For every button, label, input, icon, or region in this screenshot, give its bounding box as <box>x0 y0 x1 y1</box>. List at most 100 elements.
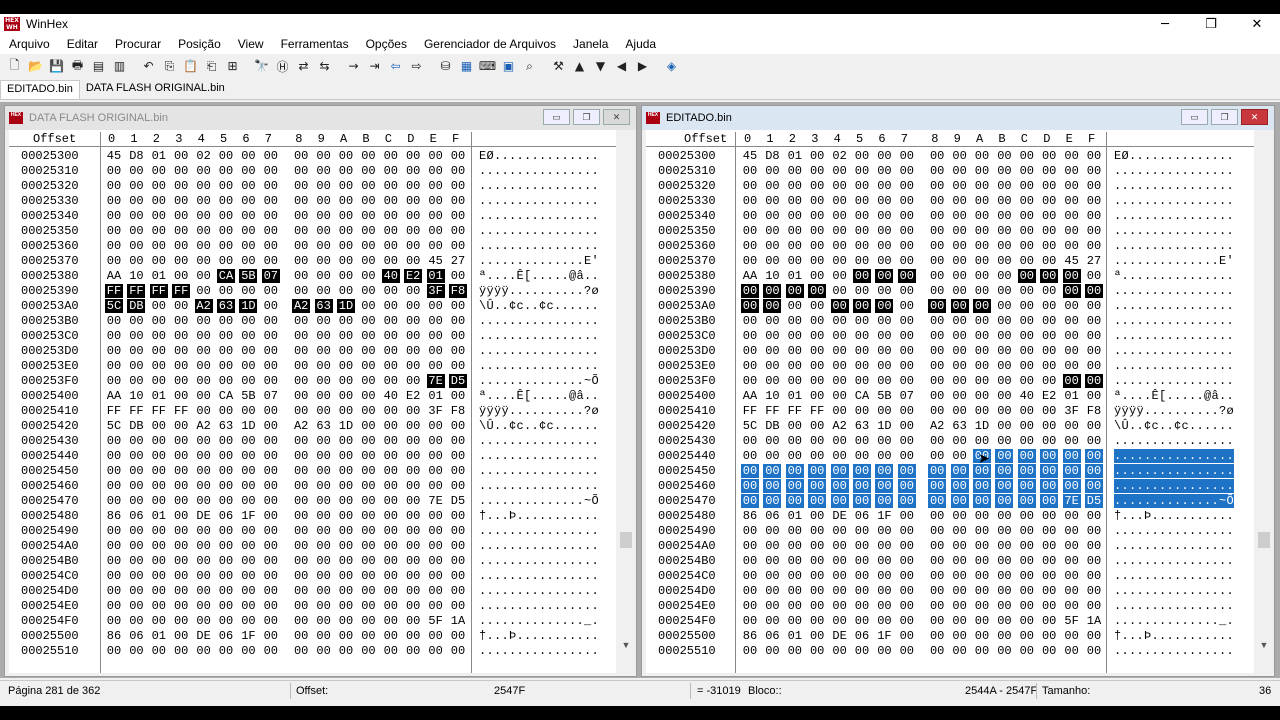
hex-byte[interactable]: 00 <box>808 554 826 568</box>
hex-byte[interactable]: 00 <box>150 299 168 313</box>
hex-byte[interactable]: 00 <box>195 494 213 508</box>
hex-byte[interactable]: 01 <box>786 389 804 403</box>
hex-byte[interactable]: 00 <box>382 524 400 538</box>
hex-byte[interactable]: 00 <box>875 374 893 388</box>
hex-row[interactable]: 00025440 00 00 00 00 00 00 00 00 00 00 00 00 00 00 00 00… <box>646 449 1254 464</box>
hex-byte[interactable]: 00 <box>427 209 445 223</box>
hex-byte[interactable]: 00 <box>786 419 804 433</box>
hex-byte[interactable]: 00 <box>404 239 422 253</box>
hex-byte[interactable]: 00 <box>786 299 804 313</box>
hex-byte[interactable]: 00 <box>150 314 168 328</box>
hex-byte[interactable]: 00 <box>1085 434 1103 448</box>
hex-byte[interactable]: 00 <box>995 194 1013 208</box>
hex-byte[interactable]: 00 <box>195 614 213 628</box>
hex-byte[interactable]: 00 <box>1018 239 1036 253</box>
hex-byte[interactable]: 00 <box>995 209 1013 223</box>
hex-byte[interactable]: 00 <box>786 224 804 238</box>
scroll-down-icon[interactable]: ▼ <box>1256 640 1272 650</box>
hex-byte[interactable]: 63 <box>217 419 235 433</box>
undo-icon[interactable]: ↶ <box>138 56 159 76</box>
hex-byte[interactable]: 00 <box>1040 494 1059 508</box>
hex-byte[interactable]: 00 <box>337 539 355 553</box>
hex-byte[interactable]: 00 <box>105 344 123 358</box>
hex-byte[interactable]: 00 <box>853 404 871 418</box>
hex-byte[interactable]: 00 <box>928 554 946 568</box>
hex-byte[interactable]: 00 <box>404 359 422 373</box>
hex-byte[interactable]: 00 <box>853 314 871 328</box>
hex-byte[interactable]: 00 <box>1085 569 1103 583</box>
ascii-text[interactable]: ................ <box>1114 359 1234 373</box>
hex-byte[interactable]: 00 <box>427 599 445 613</box>
hex-byte[interactable]: 00 <box>831 224 849 238</box>
hex-byte[interactable]: 00 <box>831 434 849 448</box>
hex-byte[interactable]: 00 <box>995 419 1013 433</box>
hex-byte[interactable]: 00 <box>1040 584 1058 598</box>
hex-byte[interactable]: 00 <box>831 449 849 463</box>
hex-byte[interactable]: 45 <box>105 149 123 163</box>
hex-byte[interactable]: 00 <box>1085 479 1103 493</box>
hex-byte[interactable]: 00 <box>239 209 257 223</box>
menu-item[interactable]: Posição <box>169 37 229 51</box>
hex-byte[interactable]: 00 <box>786 344 804 358</box>
hex-byte[interactable]: 40 <box>382 389 400 403</box>
hex-byte[interactable]: 00 <box>105 569 123 583</box>
hex-byte[interactable]: 00 <box>830 479 849 493</box>
hex-byte[interactable]: 00 <box>830 299 849 313</box>
hex-byte[interactable]: 00 <box>337 149 355 163</box>
hex-byte[interactable]: 00 <box>262 404 280 418</box>
hex-byte[interactable]: 00 <box>928 569 946 583</box>
hex-byte[interactable]: 00 <box>951 179 969 193</box>
hex-byte[interactable]: 00 <box>1063 329 1081 343</box>
hex-byte[interactable]: 00 <box>875 209 893 223</box>
hex-byte[interactable]: 00 <box>382 254 400 268</box>
hex-row[interactable]: 00025300 45 D8 01 00 02 00 00 00 00 00 00 00 00 00 00 00… <box>646 149 1254 164</box>
hex-byte[interactable]: 00 <box>382 239 400 253</box>
hex-byte[interactable]: 00 <box>427 479 445 493</box>
hex-byte[interactable]: 00 <box>973 209 991 223</box>
hex-byte[interactable]: 00 <box>127 434 145 448</box>
hex-byte[interactable]: 00 <box>404 374 422 388</box>
hex-row[interactable]: 00025410 FF FF FF FF 00 00 00 00 00 00 00 00 00 00 3F F8… <box>646 404 1254 419</box>
hex-byte[interactable]: 00 <box>239 449 257 463</box>
hex-byte[interactable]: 00 <box>951 329 969 343</box>
hex-byte[interactable]: 00 <box>382 434 400 448</box>
hex-byte[interactable]: 00 <box>150 164 168 178</box>
hex-byte[interactable]: 00 <box>315 539 333 553</box>
hex-byte[interactable]: 00 <box>898 299 916 313</box>
ascii-text[interactable]: †...Þ........... <box>479 629 599 643</box>
hex-byte[interactable]: DB <box>127 419 145 433</box>
hex-byte[interactable]: 00 <box>315 599 333 613</box>
hex-byte[interactable]: 00 <box>808 224 826 238</box>
hex-byte[interactable]: 00 <box>763 374 781 388</box>
hex-byte[interactable]: 00 <box>1063 599 1081 613</box>
hex-byte[interactable]: 00 <box>172 224 190 238</box>
hex-byte[interactable]: 00 <box>786 239 804 253</box>
hex-byte[interactable]: 00 <box>172 194 190 208</box>
hex-byte[interactable]: 00 <box>1063 224 1081 238</box>
hex-byte[interactable]: 00 <box>875 644 893 658</box>
hex-byte[interactable]: 00 <box>928 449 946 463</box>
hex-byte[interactable]: 00 <box>404 644 422 658</box>
hex-byte[interactable]: FF <box>763 404 781 418</box>
hex-byte[interactable]: 00 <box>950 464 969 478</box>
hex-byte[interactable]: 00 <box>1018 344 1036 358</box>
hex-byte[interactable]: 00 <box>449 164 467 178</box>
hex-byte[interactable]: 00 <box>808 299 826 313</box>
hex-byte[interactable]: 00 <box>172 644 190 658</box>
hex-byte[interactable]: 00 <box>1040 209 1058 223</box>
ascii-text[interactable]: \Û..¢c..¢c...... <box>479 299 599 313</box>
hex-byte[interactable]: A2 <box>831 419 849 433</box>
hex-byte[interactable]: 00 <box>973 509 991 523</box>
hex-byte[interactable]: 00 <box>262 464 280 478</box>
hex-byte[interactable]: 00 <box>928 479 947 493</box>
hex-byte[interactable]: 00 <box>1018 299 1036 313</box>
hex-byte[interactable]: 00 <box>239 314 257 328</box>
hex-row[interactable]: 00025310 00 00 00 00 00 00 00 00 00 00 00 00 00 00 00 00… <box>646 164 1254 179</box>
hex-byte[interactable]: 00 <box>150 179 168 193</box>
hex-byte[interactable]: 00 <box>404 284 422 298</box>
hex-byte[interactable]: 00 <box>973 554 991 568</box>
hex-byte[interactable]: 00 <box>382 344 400 358</box>
hex-byte[interactable]: 00 <box>808 359 826 373</box>
hex-byte[interactable]: 00 <box>853 494 871 508</box>
hex-byte[interactable]: 00 <box>1085 284 1103 298</box>
